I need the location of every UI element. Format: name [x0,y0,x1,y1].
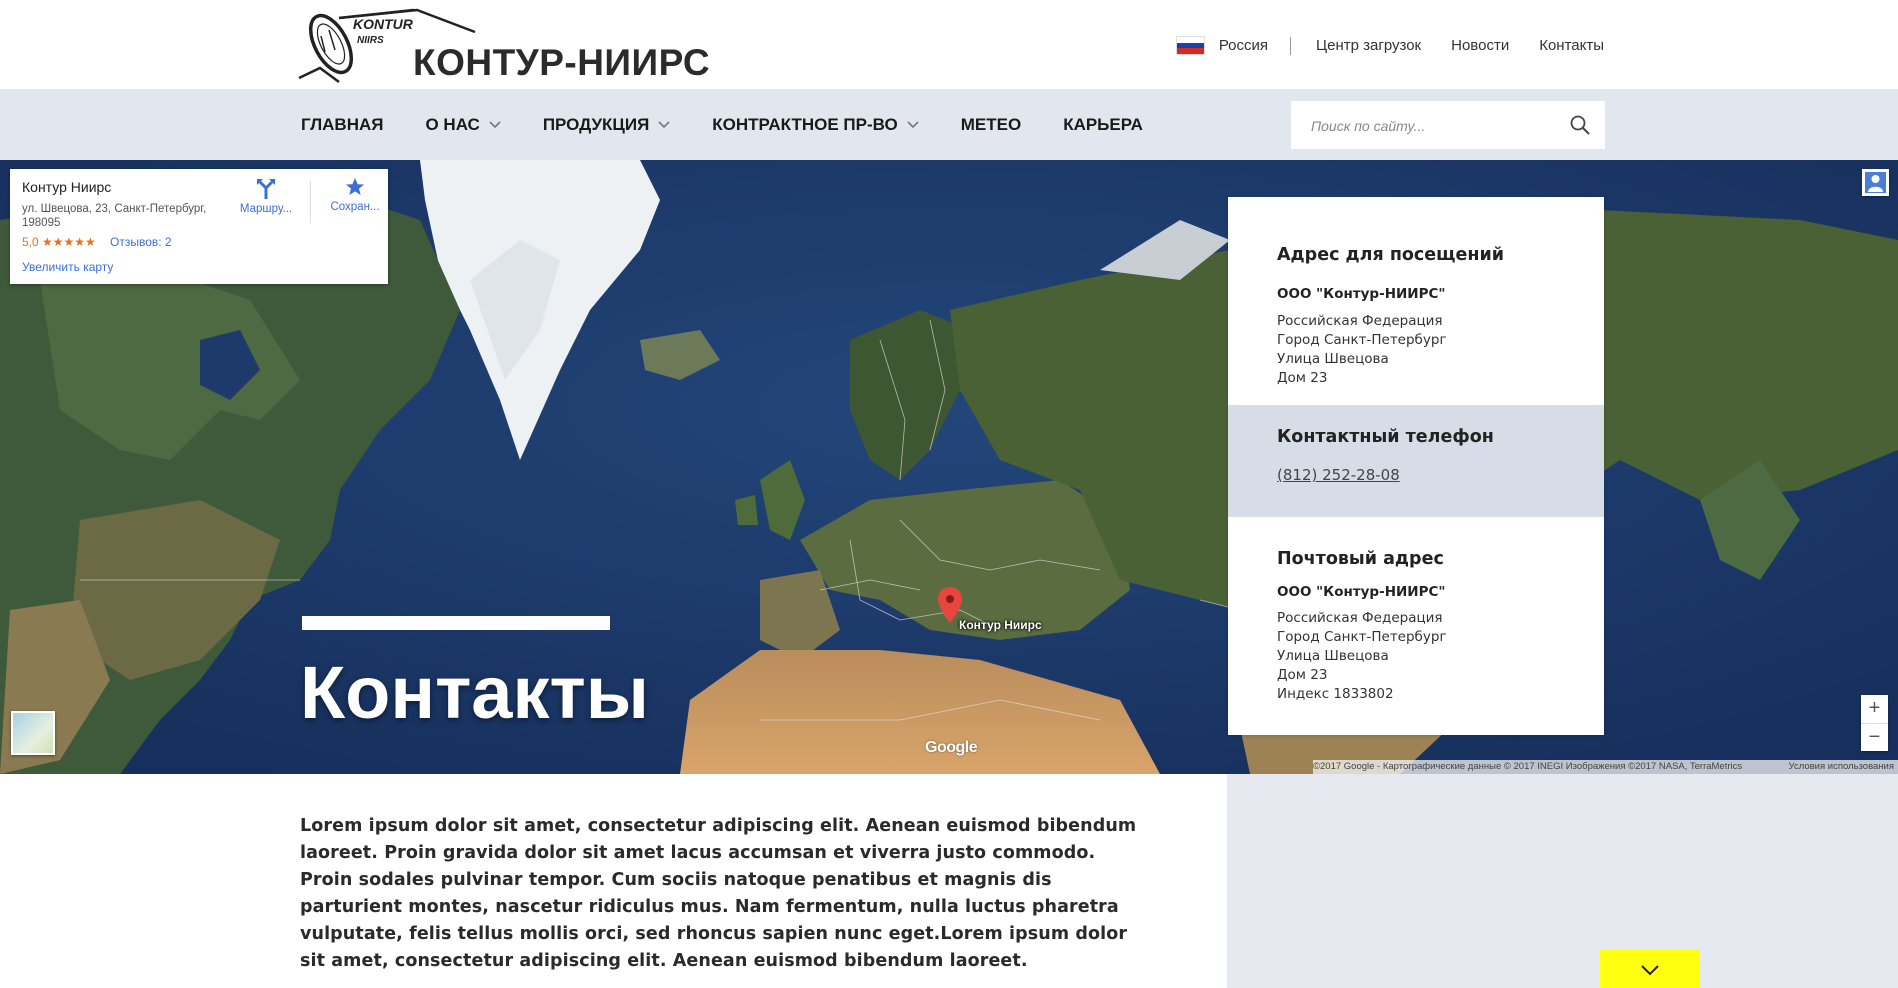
attribution-text: ©2017 Google - Картографические данные ©… [1313,761,1743,772]
logo-text: КОНТУР-НИИРС [413,42,711,83]
phone-link[interactable]: (812) 252-28-08 [1277,466,1400,484]
nav-item-products[interactable]: ПРОДУКЦИЯ [543,115,670,135]
visit-line: Город Санкт-Петербург [1277,332,1447,348]
main-nav: ГЛАВНАЯ О НАС ПРОДУКЦИЯ КОНТРАКТНОЕ ПР-В… [301,89,1185,160]
hero-accent-bar [302,616,610,630]
visit-org: ООО "Контур-НИИРС" [1277,286,1446,302]
postal-line: Улица Швецова [1277,648,1389,664]
visit-line: Российская Федерация [1277,313,1443,329]
map-marker-label: Контур Ниирс [959,618,1042,632]
postal-line: Дом 23 [1277,667,1328,683]
place-rating: 5,0 ★★★★★ [22,235,96,249]
visit-address-section: Адрес для посещений ООО "Контур-НИИРС" Р… [1228,197,1604,405]
postal-heading: Почтовый адрес [1277,549,1444,569]
nav-item-label: КАРЬЕРА [1063,114,1143,134]
map-attribution: ©2017 Google - Картографические данные ©… [1313,760,1898,774]
nav-item-label: ПРОДУКЦИЯ [542,114,650,134]
place-name: Контур Ниирс [22,179,112,195]
scroll-down-button[interactable] [1600,950,1700,988]
nav-item-label: КОНТРАКТНОЕ ПР-ВО [712,114,898,134]
contacts-link[interactable]: Контакты [1539,37,1604,54]
save-place-button[interactable]: Сохран... [325,177,385,213]
nav-item-label: МЕТЕО [960,114,1022,134]
site-logo[interactable]: KONTUR NIIRS КОНТУР-НИИРС [295,6,715,86]
star-icon [346,178,364,195]
nav-item-about[interactable]: О НАС [425,114,501,135]
body-text: Lorem ipsum dolor sit amet, consectetur … [300,816,1137,971]
map-type-toggle[interactable] [11,711,55,755]
google-logo: Google [925,739,978,756]
top-links: Россия Центр загрузок Новости Контакты [1175,36,1604,55]
chevron-down-icon [907,120,919,128]
search-icon[interactable] [1569,114,1591,136]
top-bar: KONTUR NIIRS КОНТУР-НИИРС Россия Центр з… [0,0,1898,89]
main-nav-bar: ГЛАВНАЯ О НАС ПРОДУКЦИЯ КОНТРАКТНОЕ ПР-В… [0,89,1898,160]
nav-item-home[interactable]: ГЛАВНАЯ [301,115,383,135]
phone-heading: Контактный телефон [1277,427,1494,447]
postal-org: ООО "Контур-НИИРС" [1277,584,1446,600]
directions-label: Маршру... [239,203,293,215]
reviews-link[interactable]: Отзывов: 2 [110,235,172,249]
page-title: Контакты [300,651,649,734]
zoom-in-button[interactable]: + [1861,695,1888,724]
map-place-card: Контур Ниирс ул. Швецова, 23, Санкт-Пете… [10,169,388,284]
right-gray-panel [1227,774,1898,988]
postal-line: Индекс 1833802 [1277,686,1394,702]
save-label: Сохран... [330,201,380,213]
divider [1290,36,1292,55]
phone-section: Контактный телефон (812) 252-28-08 [1228,405,1604,517]
chevron-down-icon [489,120,501,128]
nav-item-contract-manufacturing[interactable]: КОНТРАКТНОЕ ПР-ВО [712,114,919,135]
nav-item-label: ГЛАВНАЯ [301,114,384,134]
directions-icon [257,179,275,199]
chevron-down-icon [658,120,670,128]
visit-line: Дом 23 [1277,370,1328,386]
directions-button[interactable]: Маршру... [236,177,296,215]
search-input[interactable] [1309,115,1553,137]
street-view-pegman-icon[interactable] [1862,169,1889,196]
map-zoom-control: + − [1861,695,1888,751]
nav-item-label: О НАС [425,114,480,134]
enlarge-map-link[interactable]: Увеличить карту [22,260,113,274]
postal-address-section: Почтовый адрес ООО "Контур-НИИРС" Россий… [1228,517,1604,735]
downloads-link[interactable]: Центр загрузок [1316,37,1421,54]
russia-flag-icon [1175,36,1205,55]
news-link[interactable]: Новости [1451,37,1509,54]
visit-line: Улица Швецова [1277,351,1389,367]
zoom-out-button[interactable]: − [1861,724,1888,752]
region-link[interactable]: Россия [1219,37,1268,54]
chevron-down-icon [1641,965,1659,976]
terms-link[interactable]: Условия использования [1789,760,1894,774]
visit-heading: Адрес для посещений [1277,245,1505,265]
contacts-panel: Адрес для посещений ООО "Контур-НИИРС" Р… [1228,197,1604,735]
postal-line: Город Санкт-Петербург [1277,629,1447,645]
postal-line: Российская Федерация [1277,610,1443,626]
place-address: ул. Швецова, 23, Санкт-Петербург, 198095 [22,203,207,229]
divider [310,181,311,223]
nav-item-meteo[interactable]: МЕТЕО [961,115,1021,135]
logo-arc-icon [338,8,476,34]
nav-item-career[interactable]: КАРЬЕРА [1063,115,1143,135]
site-search [1291,101,1605,149]
